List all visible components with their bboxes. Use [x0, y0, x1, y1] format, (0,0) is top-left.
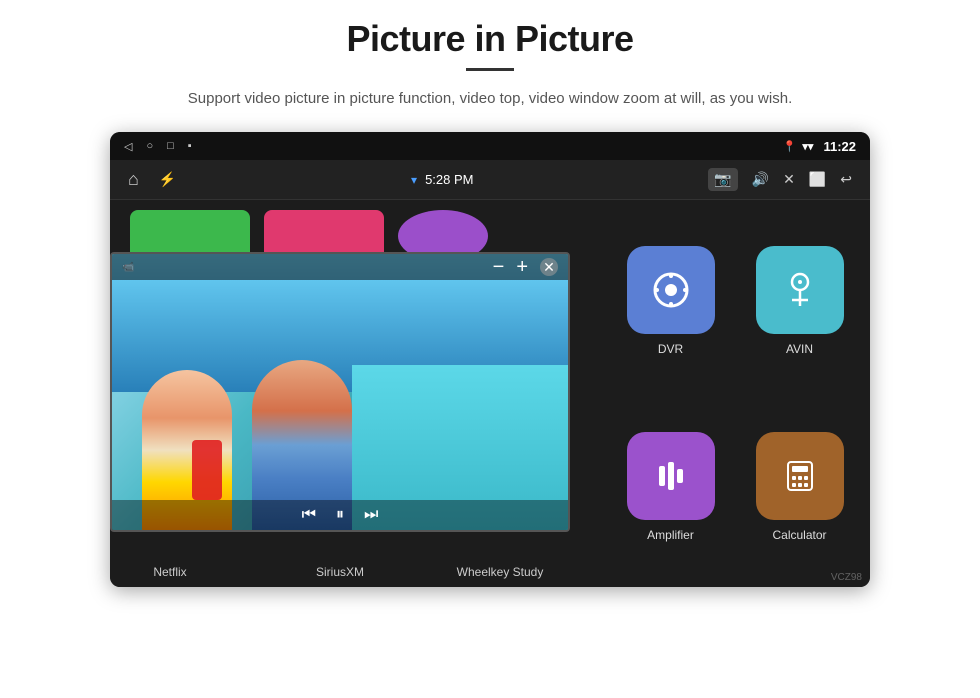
calculator-label: Calculator — [772, 528, 826, 542]
pip-video[interactable]: 📹 − + ✕ ⏮ ⏸ ⏭ — [110, 252, 570, 532]
amplifier-label: Amplifier — [647, 528, 694, 542]
main-content: 📹 − + ✕ ⏮ ⏸ ⏭ — [110, 200, 870, 587]
status-bar-right: 📍 ▾▾ 11:22 — [783, 139, 856, 154]
status-bar: ◁ ○ □ ▪ 📍 ▾▾ 11:22 — [110, 132, 870, 160]
device-frame: ◁ ○ □ ▪ 📍 ▾▾ 11:22 ⌂ ⚡ ▾ 5:28 PM 📷 — [110, 132, 870, 587]
pip-record-icon: 📹 — [122, 262, 134, 273]
pip-area: 📹 − + ✕ ⏮ ⏸ ⏭ — [110, 200, 600, 587]
play-pause-button[interactable]: ⏸ — [336, 506, 344, 524]
dvr-svg-icon — [649, 268, 693, 312]
wifi-icon: ▾▾ — [802, 140, 813, 153]
amplifier-svg-icon — [649, 454, 693, 498]
window-icon[interactable]: ⬜ — [809, 171, 826, 188]
location-icon: 📍 — [783, 140, 797, 153]
avin-svg-icon — [778, 268, 822, 312]
next-button[interactable]: ⏭ — [364, 506, 378, 524]
app-cell-amplifier: Amplifier — [612, 400, 729, 574]
app-cell-dvr: DVR — [612, 214, 729, 388]
avin-icon-box[interactable] — [756, 246, 844, 334]
wheelkey-label: Wheelkey Study — [450, 565, 550, 579]
nav-bar-center: ▾ 5:28 PM — [411, 172, 473, 187]
nav-bar-right: 📷 🔊 ✕ ⬜ ↩ — [708, 168, 852, 191]
pip-bottom-controls: ⏮ ⏸ ⏭ — [112, 500, 568, 530]
back-icon[interactable]: ◁ — [124, 140, 132, 153]
pip-controls-bar: 📹 − + ✕ — [112, 254, 568, 280]
title-divider — [466, 68, 514, 71]
recent-icon[interactable]: □ — [167, 140, 174, 152]
pip-close-icon[interactable]: ✕ — [540, 258, 558, 276]
netflix-label: Netflix — [120, 565, 220, 579]
usb-icon: ⚡ — [159, 171, 176, 188]
dvr-icon-box[interactable] — [627, 246, 715, 334]
page-subtitle: Support video picture in picture functio… — [188, 87, 792, 110]
pip-app-labels: Netflix SiriusXM Wheelkey Study — [110, 532, 600, 587]
pip-plus-icon[interactable]: + — [516, 256, 528, 279]
pip-size-controls: − + ✕ — [493, 256, 558, 279]
red-element — [192, 440, 222, 500]
close-icon[interactable]: ✕ — [783, 171, 795, 188]
home-button[interactable]: ⌂ — [128, 169, 139, 190]
back-button[interactable]: ↩ — [840, 171, 852, 188]
app-grid-right: DVR AVIN — [600, 200, 870, 587]
pip-minus-icon[interactable]: − — [493, 256, 505, 279]
wifi-signal-icon: ▾ — [411, 173, 417, 187]
calculator-icon-box[interactable] — [756, 432, 844, 520]
watermark: VCZ98 — [831, 572, 862, 583]
amplifier-icon-box[interactable] — [627, 432, 715, 520]
volume-icon[interactable]: 🔊 — [752, 171, 769, 188]
page-title: Picture in Picture — [346, 18, 633, 60]
nav-bar-left: ⌂ ⚡ — [128, 169, 176, 190]
home-icon[interactable]: ○ — [146, 140, 153, 152]
nav-time: 5:28 PM — [425, 172, 473, 187]
camera-icon[interactable]: 📷 — [708, 168, 737, 191]
app-cell-calculator: Calculator — [741, 400, 858, 574]
siriusxm-label: SiriusXM — [290, 565, 390, 579]
status-time: 11:22 — [823, 139, 856, 154]
avin-label: AVIN — [786, 342, 813, 356]
calculator-svg-icon — [778, 454, 822, 498]
pip-video-inner — [112, 254, 568, 530]
app-cell-avin: AVIN — [741, 214, 858, 388]
screenshot-icon[interactable]: ▪ — [188, 140, 192, 152]
dvr-label: DVR — [658, 342, 683, 356]
nav-bar: ⌂ ⚡ ▾ 5:28 PM 📷 🔊 ✕ ⬜ ↩ — [110, 160, 870, 200]
prev-button[interactable]: ⏮ — [302, 506, 316, 524]
status-bar-nav: ◁ ○ □ ▪ — [124, 140, 192, 153]
